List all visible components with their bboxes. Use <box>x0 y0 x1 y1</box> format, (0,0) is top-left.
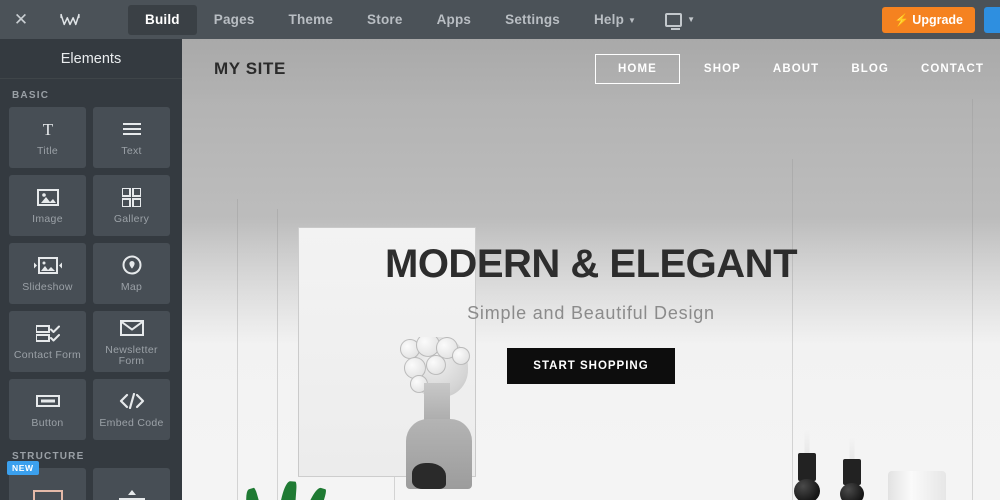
element-tile-button-label: Button <box>31 417 64 429</box>
sidebar-section-structure-grid: NEW <box>0 461 182 500</box>
element-tile-text-label: Text <box>121 145 142 157</box>
tab-help[interactable]: Help ▼ <box>577 5 653 35</box>
flower-bloom <box>426 355 446 375</box>
decorative-vase <box>836 471 1000 500</box>
site-header: MY SITE HOME SHOP ABOUT BLOG CONTACT <box>182 39 1000 99</box>
element-tile-embed-code-label: Embed Code <box>99 417 164 429</box>
svg-text:T: T <box>42 120 53 138</box>
candle-cap <box>798 453 816 481</box>
tab-help-label: Help <box>593 12 625 27</box>
upgrade-button-label: Upgrade <box>912 12 963 27</box>
bolt-icon: ⚡ <box>894 12 910 27</box>
element-tile-map[interactable]: Map <box>93 243 170 304</box>
upgrade-button[interactable]: ⚡ Upgrade <box>882 6 975 33</box>
button-icon <box>35 390 60 412</box>
element-tile-contact-form-label: Contact Form <box>13 349 82 361</box>
toolbar-actions: ⚡ Upgrade <box>882 0 1000 39</box>
device-preview-selector[interactable]: ▼ <box>653 5 707 35</box>
text-lines-icon <box>122 118 142 140</box>
element-tile-image-label: Image <box>32 213 63 225</box>
nav-link-about[interactable]: ABOUT <box>757 54 835 84</box>
map-pin-icon <box>122 254 142 276</box>
element-tile-image[interactable]: Image <box>9 175 86 236</box>
chevron-down-icon: ▼ <box>687 15 696 24</box>
plant-leaf <box>276 480 297 500</box>
tab-apps-label: Apps <box>436 12 472 27</box>
hero-section: MODERN & ELEGANT Simple and Beautiful De… <box>182 99 1000 500</box>
gallery-grid-icon <box>122 186 141 208</box>
candlestick-left <box>789 429 825 500</box>
tab-pages[interactable]: Pages <box>197 5 272 35</box>
wall-seam-line <box>972 99 973 500</box>
nav-link-contact[interactable]: CONTACT <box>905 54 1000 84</box>
tab-pages-label: Pages <box>213 12 255 27</box>
element-tile-spacer[interactable] <box>93 468 170 500</box>
title-icon: T <box>39 118 57 140</box>
potted-plant <box>196 479 406 500</box>
flower-bloom <box>452 347 470 365</box>
candle-bead <box>794 479 820 500</box>
nav-link-shop[interactable]: SHOP <box>688 54 757 84</box>
sidebar-title: Elements <box>0 39 182 79</box>
classical-bust-figure <box>396 337 478 497</box>
site-preview-canvas: MY SITE HOME SHOP ABOUT BLOG CONTACT MOD… <box>182 39 1000 500</box>
element-tile-embed-code[interactable]: Embed Code <box>93 379 170 440</box>
element-tile-slideshow-label: Slideshow <box>22 281 73 293</box>
chevron-down-icon: ▼ <box>628 16 637 25</box>
tab-settings-label: Settings <box>505 12 560 27</box>
publish-button[interactable] <box>984 6 1000 33</box>
monitor-icon <box>665 12 683 30</box>
element-tile-newsletter-form[interactable]: Newsletter Form <box>93 311 170 372</box>
wall-seam-line <box>277 209 278 500</box>
element-tile-text[interactable]: Text <box>93 107 170 168</box>
toolbar-nav: Build Pages Theme Store Apps Settings He… <box>128 0 707 39</box>
element-tile-section[interactable]: NEW <box>7 461 86 500</box>
plant-leaf <box>240 487 273 500</box>
spacer-icon <box>118 488 146 500</box>
vase-neck <box>888 471 946 500</box>
hero-subheading: Simple and Beautiful Design <box>467 303 715 323</box>
site-nav: HOME SHOP ABOUT BLOG CONTACT <box>595 54 1000 84</box>
weebly-editor: ✕ Build Pages Theme Store Apps Settings … <box>0 0 1000 500</box>
wall-seam-line <box>237 199 238 500</box>
tab-apps[interactable]: Apps <box>420 5 489 35</box>
sidebar-section-basic-grid: T Title Text Image Gallery Slideshow Map… <box>0 107 182 440</box>
section-box-icon <box>32 488 63 500</box>
element-tile-newsletter-form-label: Newsletter Form <box>105 343 158 367</box>
site-logo-title: MY SITE <box>214 59 286 78</box>
element-tile-gallery-label: Gallery <box>113 213 150 225</box>
envelope-icon <box>119 317 144 339</box>
bust-shadow <box>412 463 446 489</box>
tab-theme[interactable]: Theme <box>272 5 351 35</box>
start-shopping-button[interactable]: START SHOPPING <box>507 348 675 384</box>
plant-leaf <box>294 485 327 500</box>
slideshow-icon <box>33 254 62 276</box>
element-tile-slideshow[interactable]: Slideshow <box>9 243 86 304</box>
sidebar-section-basic-label: BASIC <box>12 90 50 101</box>
image-icon <box>36 186 59 208</box>
tab-theme-label: Theme <box>288 12 334 27</box>
status-badge: NEW <box>7 461 39 475</box>
top-toolbar: ✕ Build Pages Theme Store Apps Settings … <box>0 0 1000 39</box>
tab-store-label: Store <box>367 12 403 27</box>
weebly-logo-icon[interactable] <box>42 0 98 39</box>
nav-link-home[interactable]: HOME <box>595 54 680 84</box>
tab-store[interactable]: Store <box>350 5 420 35</box>
tab-settings[interactable]: Settings <box>488 5 577 35</box>
close-icon[interactable]: ✕ <box>0 0 42 39</box>
hero-heading: MODERN & ELEGANT <box>385 242 798 286</box>
contact-form-icon <box>35 322 60 344</box>
element-tile-title[interactable]: T Title <box>9 107 86 168</box>
tab-build-label: Build <box>145 12 180 27</box>
elements-sidebar: Elements BASIC T Title Text Image Galler… <box>0 39 182 500</box>
element-tile-title-label: Title <box>37 145 58 157</box>
embed-code-icon <box>119 390 145 412</box>
element-tile-button[interactable]: Button <box>9 379 86 440</box>
element-tile-gallery[interactable]: Gallery <box>93 175 170 236</box>
tab-build[interactable]: Build <box>128 4 197 35</box>
element-tile-map-label: Map <box>120 281 143 293</box>
element-tile-contact-form[interactable]: Contact Form <box>9 311 86 372</box>
nav-link-blog[interactable]: BLOG <box>835 54 905 84</box>
